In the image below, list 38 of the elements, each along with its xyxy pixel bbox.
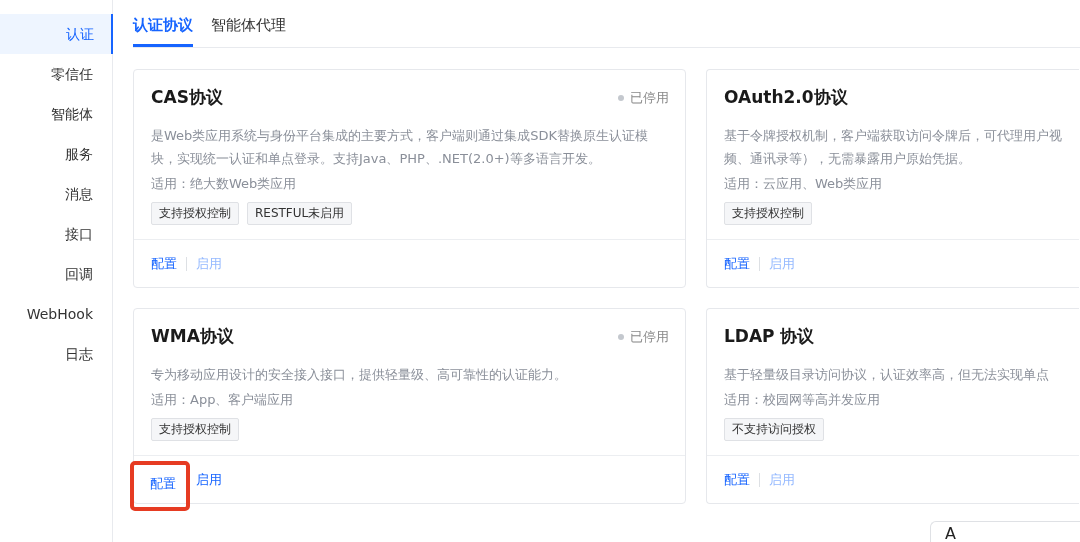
card-description: 是Web类应用系统与身份平台集成的主要方式，客户端则通过集成SDK替换原生认证模块，实现统一认证和单点登录。支持Java、PHP、.NET(2.0+)等多语言开发。 (151, 127, 650, 168)
status-label: 已停用 (630, 88, 669, 107)
action-link[interactable]: 启用 (196, 466, 222, 493)
sidebar-item[interactable]: 智能体 (0, 94, 112, 134)
sidebar-item[interactable]: 认证 (0, 14, 113, 54)
sidebar-item[interactable]: 接口 (0, 214, 112, 254)
tag: 支持授权控制 (151, 202, 239, 225)
card-title: OAuth2.0协议 (724, 86, 848, 109)
action-link[interactable]: 配置 (724, 466, 750, 493)
card-title: WMA协议 (151, 325, 234, 348)
card-title: LDAP 协议 (724, 325, 815, 348)
tag: RESTFUL未启用 (247, 202, 353, 225)
sidebar-item[interactable]: 日志 (0, 334, 112, 374)
card-scope: 适用：绝大数Web类应用 (151, 175, 298, 193)
action-link[interactable]: 配置 (724, 250, 750, 277)
tag: 支持授权控制 (724, 202, 812, 225)
card-scope: 适用：App、客户端应用 (151, 391, 295, 409)
tag: 支持授权控制 (151, 418, 239, 441)
status-dot-icon (618, 94, 624, 101)
card-scope: 适用：校园网等高并发应用 (724, 391, 881, 409)
sidebar-item[interactable]: 零信任 (0, 54, 112, 94)
status-dot-icon (618, 333, 624, 340)
action-link[interactable]: 配置 (151, 250, 177, 277)
input-field[interactable]: A (930, 521, 1080, 542)
tag: 不支持访问授权 (724, 418, 824, 441)
sidebar-item[interactable]: WebHook (0, 294, 112, 334)
sidebar-item[interactable]: 服务 (0, 134, 112, 174)
card-scope: 适用：云应用、Web类应用 (724, 175, 884, 193)
card-description: 基于令牌授权机制，客户端获取访问令牌后，可代理用户视频、通讯录等），无需暴露用户原始凭据。 (724, 127, 1063, 168)
card-description: 专为移动应用设计的安全接入接口，提供轻量级、高可靠性的认证能力。 (151, 366, 568, 384)
action-link[interactable]: 配置 (150, 470, 176, 497)
card-description: 基于轻量级目录访问协议，认证效率高，但无法实现单点 (724, 366, 1050, 384)
status-label: 已停用 (630, 327, 669, 346)
tab[interactable]: 认证协议 (133, 0, 193, 47)
sidebar-item[interactable]: 消息 (0, 174, 112, 214)
sidebar-item[interactable]: 回调 (0, 254, 112, 294)
card-title: CAS协议 (151, 86, 223, 109)
tab[interactable]: 智能体代理 (211, 0, 286, 47)
